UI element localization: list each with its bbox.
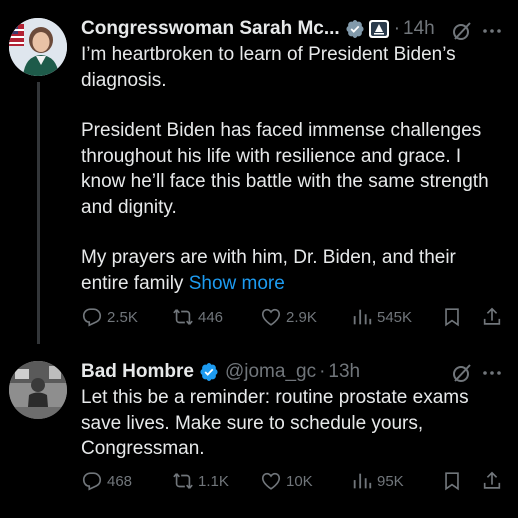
reply-button[interactable]: 2.5K bbox=[81, 306, 138, 328]
views-button[interactable]: 95K bbox=[351, 470, 404, 492]
bookmark-button[interactable] bbox=[441, 306, 463, 328]
avatar[interactable] bbox=[9, 361, 67, 419]
tweet-paragraph: Let this be a reminder: routine prostate… bbox=[81, 387, 469, 459]
views-button[interactable]: 545K bbox=[351, 306, 412, 328]
reply-icon bbox=[82, 308, 102, 327]
repost-button[interactable]: 1.1K bbox=[172, 470, 229, 492]
reply-icon bbox=[82, 472, 102, 491]
like-count: 10K bbox=[286, 472, 313, 490]
share-button[interactable] bbox=[481, 306, 503, 328]
author-handle[interactable]: @joma_gc bbox=[225, 361, 316, 383]
show-more-link[interactable]: Show more bbox=[189, 273, 285, 294]
timestamp[interactable]: 14h bbox=[403, 18, 435, 40]
views-icon bbox=[353, 309, 372, 325]
tweet-header: Congresswoman Sarah Mc... · 14h bbox=[81, 17, 435, 41]
like-icon bbox=[261, 472, 281, 490]
bookmark-icon bbox=[445, 308, 459, 327]
verified-badge-icon bbox=[200, 363, 218, 381]
separator: · bbox=[393, 18, 401, 39]
views-count: 95K bbox=[377, 472, 404, 490]
more-icon[interactable] bbox=[481, 20, 503, 42]
repost-count: 446 bbox=[198, 308, 224, 326]
grok-icon[interactable] bbox=[451, 362, 473, 384]
share-icon bbox=[483, 307, 501, 325]
more-icon[interactable] bbox=[481, 362, 503, 384]
views-count: 545K bbox=[377, 308, 413, 326]
like-button[interactable]: 2.9K bbox=[260, 306, 317, 328]
share-icon bbox=[483, 471, 501, 489]
repost-icon bbox=[173, 309, 193, 325]
thread-line bbox=[37, 82, 40, 344]
timestamp[interactable]: 13h bbox=[328, 361, 360, 383]
views-icon bbox=[353, 473, 372, 489]
like-count: 2.9K bbox=[286, 308, 317, 326]
tweet-paragraph: President Biden has faced immense challe… bbox=[81, 120, 489, 218]
author-name[interactable]: Congresswoman Sarah Mc... bbox=[81, 18, 340, 40]
share-button[interactable] bbox=[481, 470, 503, 492]
author-name[interactable]: Bad Hombre bbox=[81, 361, 194, 383]
bookmark-button[interactable] bbox=[441, 470, 463, 492]
reply-count: 468 bbox=[107, 472, 133, 490]
government-badge-icon bbox=[368, 20, 389, 38]
reply-count: 2.5K bbox=[107, 308, 138, 326]
tweet-sarah: Congresswoman Sarah Mc... · 14h I’m hear… bbox=[0, 0, 518, 348]
tweet-text: Let this be a reminder: routine prostate… bbox=[81, 385, 506, 462]
repost-button[interactable]: 446 bbox=[172, 306, 223, 328]
tweet-text: I’m heartbroken to learn of President Bi… bbox=[81, 42, 506, 296]
tweet-paragraph: I’m heartbroken to learn of President Bi… bbox=[81, 44, 456, 91]
bookmark-icon bbox=[445, 472, 459, 491]
tweet-header: Bad Hombre @joma_gc · 13h bbox=[81, 360, 360, 384]
grok-icon[interactable] bbox=[451, 20, 473, 42]
like-icon bbox=[261, 308, 281, 326]
separator: · bbox=[319, 361, 326, 382]
verified-badge-icon bbox=[346, 20, 364, 38]
repost-icon bbox=[173, 473, 193, 489]
avatar[interactable] bbox=[9, 18, 67, 76]
like-button[interactable]: 10K bbox=[260, 470, 313, 492]
tweet-paragraph-last: My prayers are with him, Dr. Biden, and … bbox=[81, 245, 506, 296]
reply-button[interactable]: 468 bbox=[81, 470, 132, 492]
repost-count: 1.1K bbox=[198, 472, 229, 490]
tweet-bad-hombre: Bad Hombre @joma_gc · 13h Let this be a … bbox=[0, 348, 518, 518]
